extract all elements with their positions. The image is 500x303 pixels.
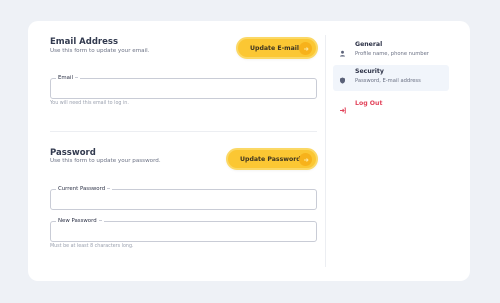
section-divider [50, 131, 317, 132]
arrow-icon [299, 153, 312, 166]
current-password-input[interactable] [51, 194, 316, 213]
update-password-button-label: Update Password [240, 155, 301, 163]
settings-card: Email Address Use this form to update yo… [28, 21, 470, 281]
new-password-field[interactable]: New Password [50, 217, 317, 245]
password-section-subtitle: Use this form to update your password. [50, 158, 161, 164]
email-field[interactable]: Email [50, 74, 317, 102]
email-field-label: Email [56, 74, 80, 82]
new-password-label: New Password [56, 217, 104, 225]
sidebar-item-security[interactable]: Security Password, E-mail address [333, 65, 449, 91]
sidebar-item-general-title: General [355, 41, 383, 48]
arrow-icon [299, 42, 312, 55]
email-section-subtitle: Use this form to update your email. [50, 48, 150, 54]
sidebar-item-general[interactable]: General Profile name, phone number [333, 38, 449, 64]
logout-icon [339, 99, 346, 114]
update-email-button[interactable]: Update E-mail [236, 37, 318, 59]
sidebar-item-general-desc: Profile name, phone number [355, 51, 429, 57]
current-password-field[interactable]: Current Password [50, 185, 317, 213]
password-helper-text: Must be at least 8 characters long. [50, 244, 134, 249]
user-icon [339, 42, 346, 57]
new-password-input[interactable] [51, 226, 316, 245]
sidebar-item-security-title: Security [355, 68, 384, 75]
logout-label: Log Out [355, 100, 383, 107]
email-input[interactable] [51, 83, 316, 102]
sidebar-item-security-desc: Password, E-mail address [355, 78, 421, 84]
email-section-title: Email Address [50, 37, 119, 47]
sidebar-divider [325, 35, 326, 267]
update-email-button-label: Update E-mail [250, 44, 300, 52]
logout-link[interactable]: Log Out [333, 98, 393, 114]
email-helper-text: You will need this email to log in. [50, 101, 129, 106]
password-section-title: Password [50, 148, 96, 158]
update-password-button[interactable]: Update Password [226, 148, 318, 170]
settings-main: Email Address Use this form to update yo… [28, 21, 325, 281]
shield-icon [339, 69, 346, 84]
current-password-label: Current Password [56, 185, 113, 193]
